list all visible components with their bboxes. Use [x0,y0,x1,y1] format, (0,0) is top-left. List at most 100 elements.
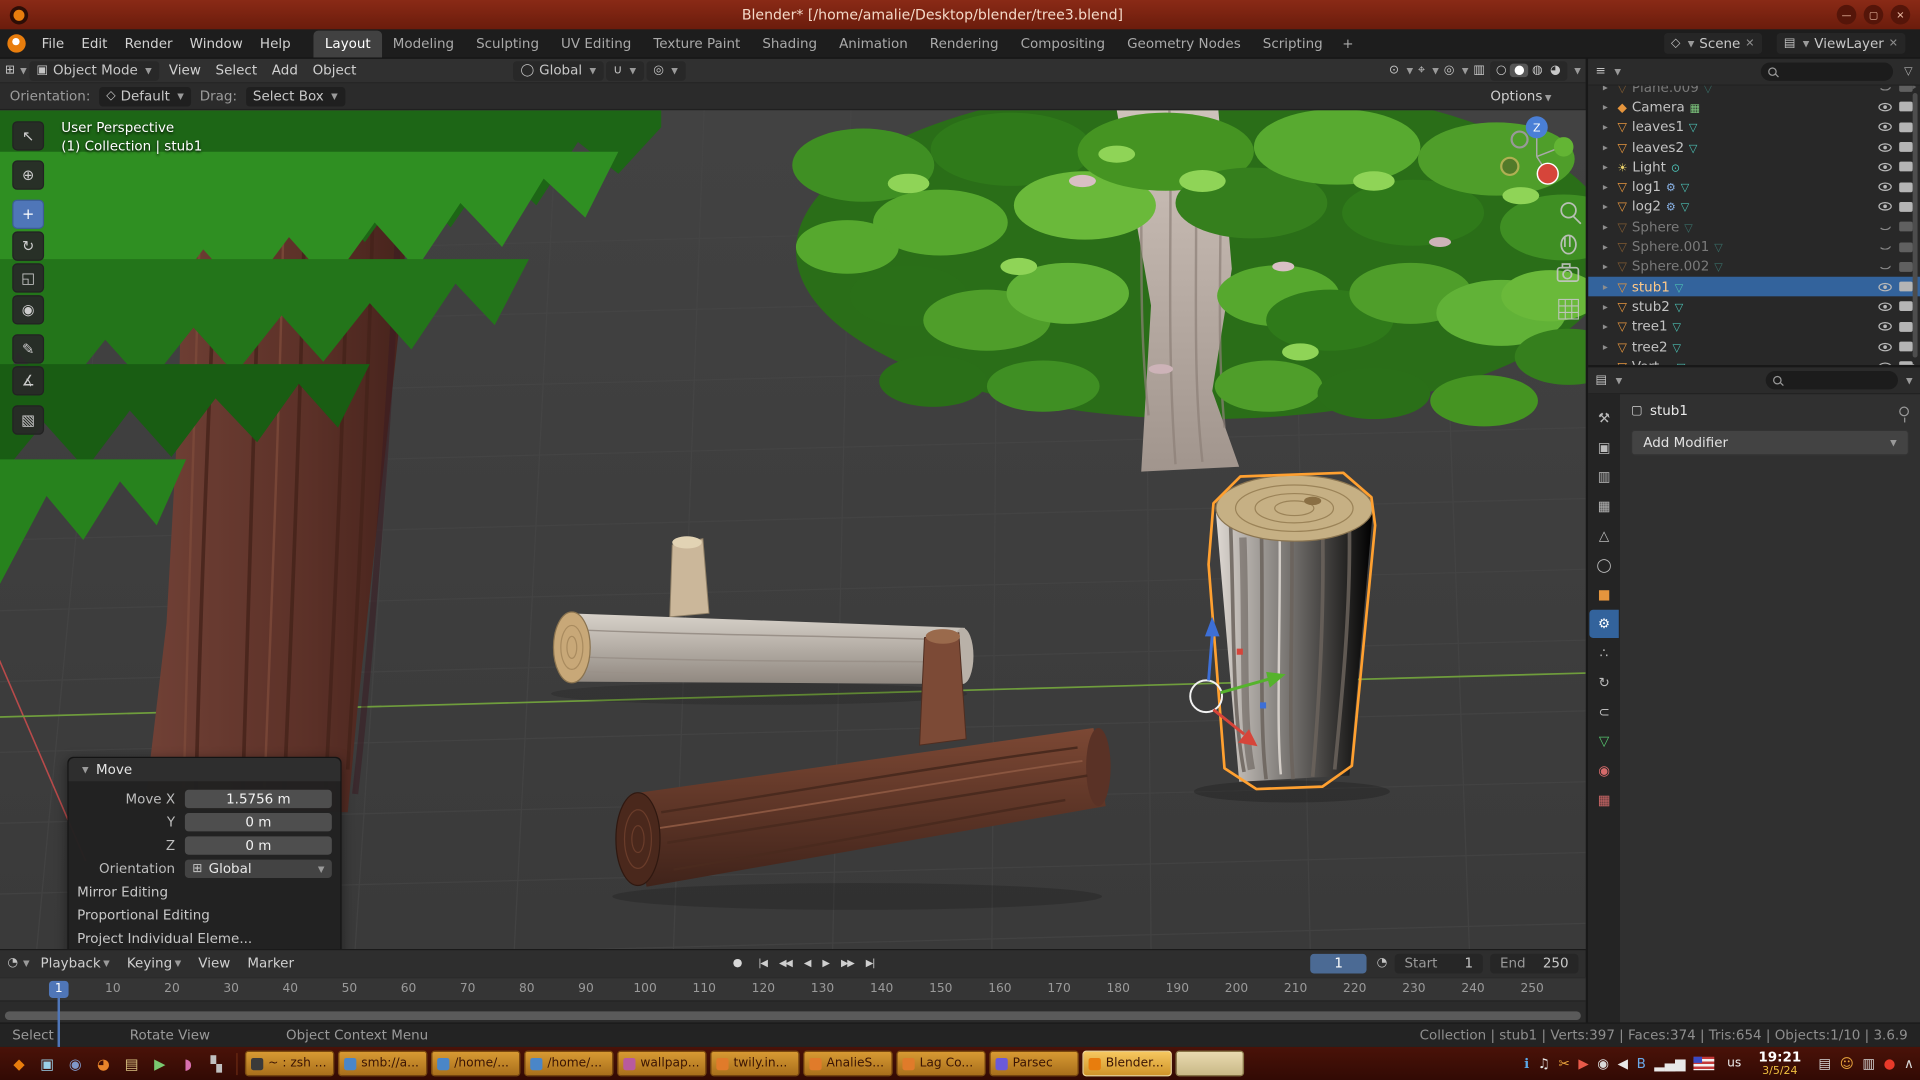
expand-arrow-icon[interactable]: ▸ [1603,141,1613,152]
disable-in-render-icon[interactable] [1899,102,1912,112]
taskbar-window-blender[interactable]: Blender... [1082,1051,1171,1077]
hide-in-viewport-icon[interactable] [1878,163,1891,172]
timeline-menu-item[interactable]: Keying ▼ [118,955,189,971]
outliner-scrollbar[interactable] [1913,93,1918,357]
tab-tool[interactable]: ⚒ [1589,404,1618,432]
disable-in-render-icon[interactable] [1899,282,1912,292]
hide-in-viewport-icon[interactable] [1878,183,1891,192]
expand-arrow-icon[interactable]: ▸ [1603,321,1613,332]
transport-button[interactable]: |◀ [752,958,773,969]
panel-expand-icon[interactable]: ∧ [1904,1056,1914,1072]
disable-in-render-icon[interactable] [1899,202,1912,212]
clock[interactable]: 19:21 3/5/24 [1758,1050,1801,1077]
expand-arrow-icon[interactable]: ▸ [1603,102,1613,113]
notes-tray-icon[interactable]: ▥ [1862,1056,1875,1072]
tab-world[interactable]: ◯ [1589,551,1618,579]
editor-type-icon[interactable]: ⊞ [5,64,15,77]
move-panel-header[interactable]: ▼ Move [69,758,341,781]
clipper-tray-icon[interactable]: ✂ [1558,1056,1569,1072]
tab-object[interactable]: ■ [1589,580,1618,608]
viewport-menu-item[interactable]: Object [305,62,364,78]
title-bar[interactable]: Blender* [/home/amalie/Desktop/blender/t… [0,0,1920,29]
remove-viewlayer-icon[interactable]: ✕ [1889,37,1898,49]
add-modifier-button[interactable]: Add Modifier ▼ [1631,430,1909,456]
menu-item[interactable]: Edit [73,36,116,52]
playback-range-clock-icon[interactable]: ◔ [1377,957,1388,970]
workspace-tab[interactable]: UV Editing [550,31,642,58]
media-tray-icon[interactable]: ▶ [1578,1056,1588,1072]
workspace-tab[interactable]: Geometry Nodes [1116,31,1252,58]
hide-in-viewport-icon[interactable] [1878,86,1891,90]
orientation-select[interactable]: ⊞ Global ▼ [185,860,332,878]
menu-item[interactable]: Window [181,36,251,52]
transport-button[interactable]: ▶▶ [835,958,860,969]
blender-logo-icon[interactable] [7,34,25,52]
viewlayer-selector[interactable]: ▤▼ ViewLayer ✕ [1777,33,1906,54]
hide-in-viewport-icon[interactable] [1878,224,1891,230]
taskbar-window-parsec[interactable]: Parsec [989,1051,1078,1077]
info-tray-icon[interactable]: ℹ [1524,1056,1529,1072]
hide-in-viewport-icon[interactable] [1878,322,1891,331]
cursor-tool[interactable]: ⊕ [12,160,44,189]
disable-in-render-icon[interactable] [1899,242,1912,252]
workspace-tab[interactable]: Compositing [1010,31,1116,58]
disable-in-render-icon[interactable] [1899,302,1912,312]
disable-in-render-icon[interactable] [1899,182,1912,192]
expand-arrow-icon[interactable]: ▸ [1603,122,1613,133]
timeline-editor-icon[interactable]: ◔ [7,957,18,970]
viewport-menu-item[interactable]: Add [264,62,305,78]
taskbar-window-twily[interactable]: twily.in... [710,1051,799,1077]
move-tool[interactable]: + [12,200,44,229]
files-icon[interactable]: ▤ [119,1051,145,1077]
workspace-tab[interactable]: Scripting [1252,31,1334,58]
close-button[interactable]: ✕ [1891,5,1911,25]
outliner-row-log1[interactable]: ▸ log1 [1588,177,1920,197]
tab-render[interactable]: ▣ [1589,433,1618,461]
tab-modifiers[interactable]: ⚙ [1589,610,1618,638]
record-tray-icon[interactable]: ● [1884,1056,1896,1072]
tab-constraints[interactable]: ⊂ [1589,698,1618,726]
outliner-row-stub1[interactable]: ▸ stub1 [1588,277,1920,297]
xray-toggle-icon[interactable]: ▥ [1473,64,1485,77]
keyboard-layout-label[interactable]: us [1727,1057,1741,1070]
unlink-scene-icon[interactable]: ✕ [1745,37,1754,49]
transform-tool[interactable]: ◉ [12,295,44,324]
hide-in-viewport-icon[interactable] [1878,342,1891,351]
hide-in-viewport-icon[interactable] [1878,302,1891,311]
chat-icon[interactable]: ◗ [175,1051,201,1077]
outliner-row-tree2[interactable]: ▸ tree2 [1588,337,1920,357]
outliner-row-log2[interactable]: ▸ log2 [1588,197,1920,217]
workspace-tab[interactable]: Layout [314,31,382,58]
taskbar-window-smb[interactable]: smb://a... [338,1051,427,1077]
outliner-row-camera[interactable]: ▸ Camera [1588,97,1920,117]
steam-icon[interactable]: ◉ [62,1051,88,1077]
drag-dropdown[interactable]: Select Box ▼ [246,86,346,106]
hide-in-viewport-icon[interactable] [1878,143,1891,152]
outliner-row-tree1[interactable]: ▸ tree1 [1588,317,1920,337]
move-value-field[interactable]: 1.5756 m [185,790,332,808]
move-value-field[interactable]: 0 m [185,836,332,854]
tab-physics[interactable]: ↻ [1589,669,1618,697]
outliner-row-sphere002[interactable]: ▸ Sphere.002 [1588,257,1920,277]
proportional-editing-selector[interactable]: ◎ ▼ [646,61,685,81]
expand-arrow-icon[interactable]: ▸ [1603,161,1613,172]
rotate-tool[interactable]: ↻ [12,231,44,260]
tab-output[interactable]: ▥ [1589,463,1618,491]
move-operator-panel[interactable]: ▼ Move Move X 1.5756 m [67,757,341,949]
workspace-tab[interactable]: Sculpting [465,31,550,58]
expand-arrow-icon[interactable]: ▸ [1603,221,1613,232]
bluetooth-tray-icon[interactable]: B [1637,1056,1646,1072]
network-tray-icon[interactable]: ▂▄▆ [1654,1056,1685,1072]
timeline-menu-item[interactable]: Playback ▼ [32,955,118,971]
notifier-smiley-icon[interactable]: ☺ [1840,1056,1854,1072]
hide-in-viewport-icon[interactable] [1878,264,1891,270]
menu-item[interactable]: Render [116,36,181,52]
scene-selector[interactable]: ◇▼ Scene ✕ [1664,33,1762,54]
rendered-shading-icon[interactable]: ◕ [1546,64,1564,77]
disable-in-render-icon[interactable] [1899,342,1912,352]
outliner-search-input[interactable] [1761,62,1893,80]
hide-in-viewport-icon[interactable] [1878,244,1891,250]
workspace-tab[interactable]: Texture Paint [642,31,751,58]
timeline-scrollbar[interactable] [5,1011,1581,1020]
transform-orientation-selector[interactable]: ◯ Global ▼ [513,61,603,81]
